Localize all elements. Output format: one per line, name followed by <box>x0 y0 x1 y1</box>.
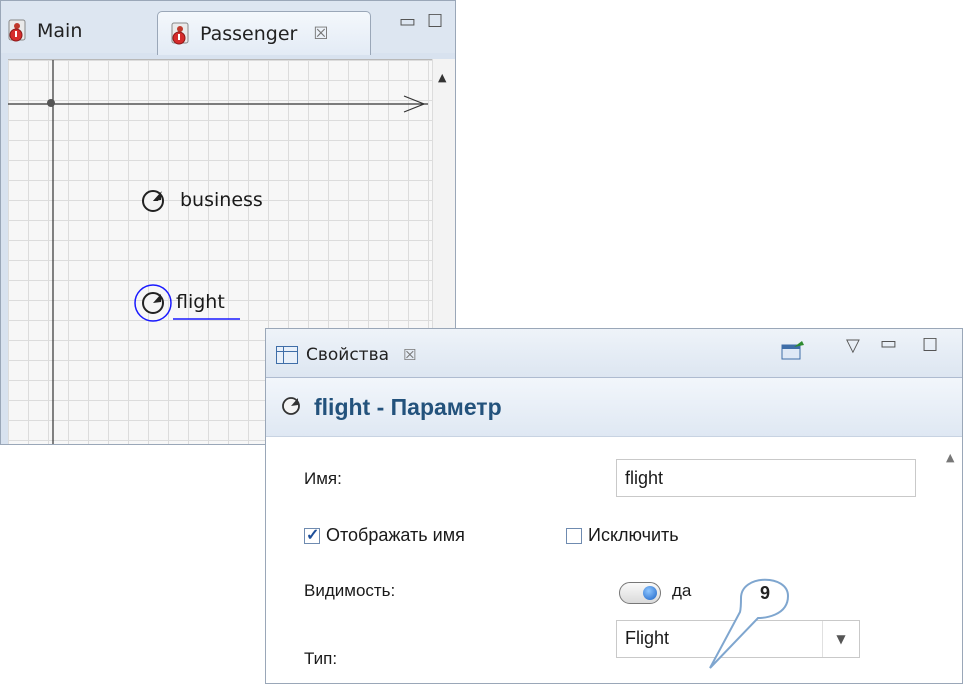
callout-pointer <box>709 578 790 669</box>
callout-number: 9 <box>759 583 770 603</box>
